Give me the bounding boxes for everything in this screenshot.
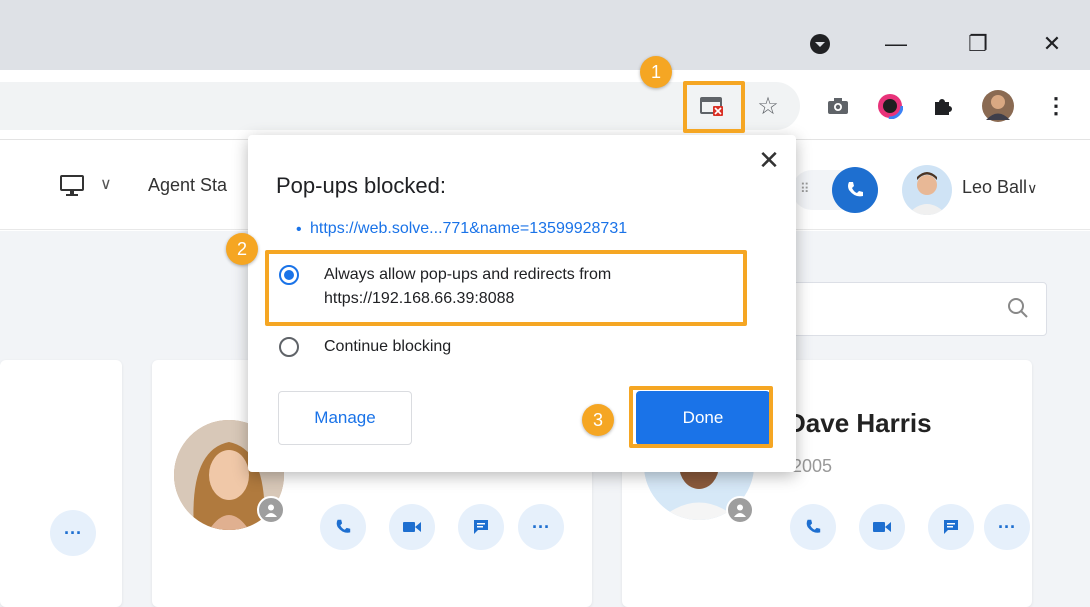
contact-card-left-partial: ··· bbox=[0, 360, 122, 607]
color-circle-icon[interactable] bbox=[872, 88, 908, 124]
video-icon[interactable] bbox=[859, 504, 905, 550]
contact-name: Dave Harris bbox=[787, 408, 932, 438]
close-window-button[interactable]: ✕ bbox=[1032, 24, 1072, 64]
more-options-icon[interactable]: ··· bbox=[518, 504, 564, 550]
minimize-button[interactable]: — bbox=[876, 24, 916, 64]
contact-extension: 2005 bbox=[792, 456, 833, 476]
user-name[interactable]: Leo Ball∨ bbox=[962, 177, 1037, 198]
user-avatar[interactable] bbox=[902, 165, 952, 215]
camera-icon[interactable] bbox=[820, 88, 856, 124]
puzzle-icon[interactable] bbox=[924, 88, 960, 124]
profile-dropdown-icon[interactable] bbox=[800, 24, 840, 64]
agent-status-label[interactable]: Agent Sta bbox=[148, 175, 227, 196]
presence-badge-icon bbox=[257, 496, 285, 524]
continue-blocking-label[interactable]: Continue blocking bbox=[324, 335, 451, 359]
highlight-always-allow bbox=[265, 250, 747, 326]
phone-icon[interactable] bbox=[320, 504, 366, 550]
profile-avatar[interactable] bbox=[980, 88, 1016, 124]
bullet-icon: • bbox=[296, 221, 302, 238]
user-chevron-icon: ∨ bbox=[1027, 180, 1038, 196]
browser-titlebar: — ❐ ✕ bbox=[0, 0, 1090, 70]
step-1-badge: 1 bbox=[640, 56, 672, 88]
call-button[interactable] bbox=[832, 167, 878, 213]
chat-icon[interactable] bbox=[458, 504, 504, 550]
continue-blocking-radio[interactable] bbox=[279, 337, 299, 357]
search-input[interactable] bbox=[780, 282, 1047, 336]
search-icon[interactable] bbox=[1007, 297, 1029, 324]
phone-icon bbox=[848, 182, 863, 197]
user-name-text: Leo Ball bbox=[962, 177, 1028, 197]
video-icon[interactable] bbox=[389, 504, 435, 550]
step-3-badge: 3 bbox=[582, 404, 614, 436]
more-options-icon[interactable]: ··· bbox=[50, 510, 96, 556]
manage-button[interactable]: Manage bbox=[278, 391, 412, 445]
address-bar[interactable] bbox=[0, 82, 800, 130]
close-icon[interactable]: ✕ bbox=[754, 145, 784, 175]
blocked-popup-link[interactable]: https://web.solve...771&name=13599928731 bbox=[310, 220, 627, 238]
highlight-popup-icon bbox=[683, 81, 745, 133]
star-icon[interactable]: ☆ bbox=[750, 88, 786, 124]
more-options-icon[interactable]: ··· bbox=[984, 504, 1030, 550]
dialpad-icon: ⠿ bbox=[800, 181, 811, 196]
chat-icon[interactable] bbox=[928, 504, 974, 550]
kebab-menu-icon[interactable]: ⋮ bbox=[1038, 88, 1074, 124]
presence-badge-icon bbox=[726, 496, 754, 524]
monitor-icon[interactable] bbox=[60, 175, 84, 202]
restore-button[interactable]: ❐ bbox=[958, 24, 998, 64]
phone-icon[interactable] bbox=[790, 504, 836, 550]
chevron-down-icon[interactable]: ∨ bbox=[100, 174, 112, 194]
dialog-title: Pop-ups blocked: bbox=[276, 173, 446, 198]
step-2-badge: 2 bbox=[226, 233, 258, 265]
highlight-done-button bbox=[629, 386, 773, 448]
